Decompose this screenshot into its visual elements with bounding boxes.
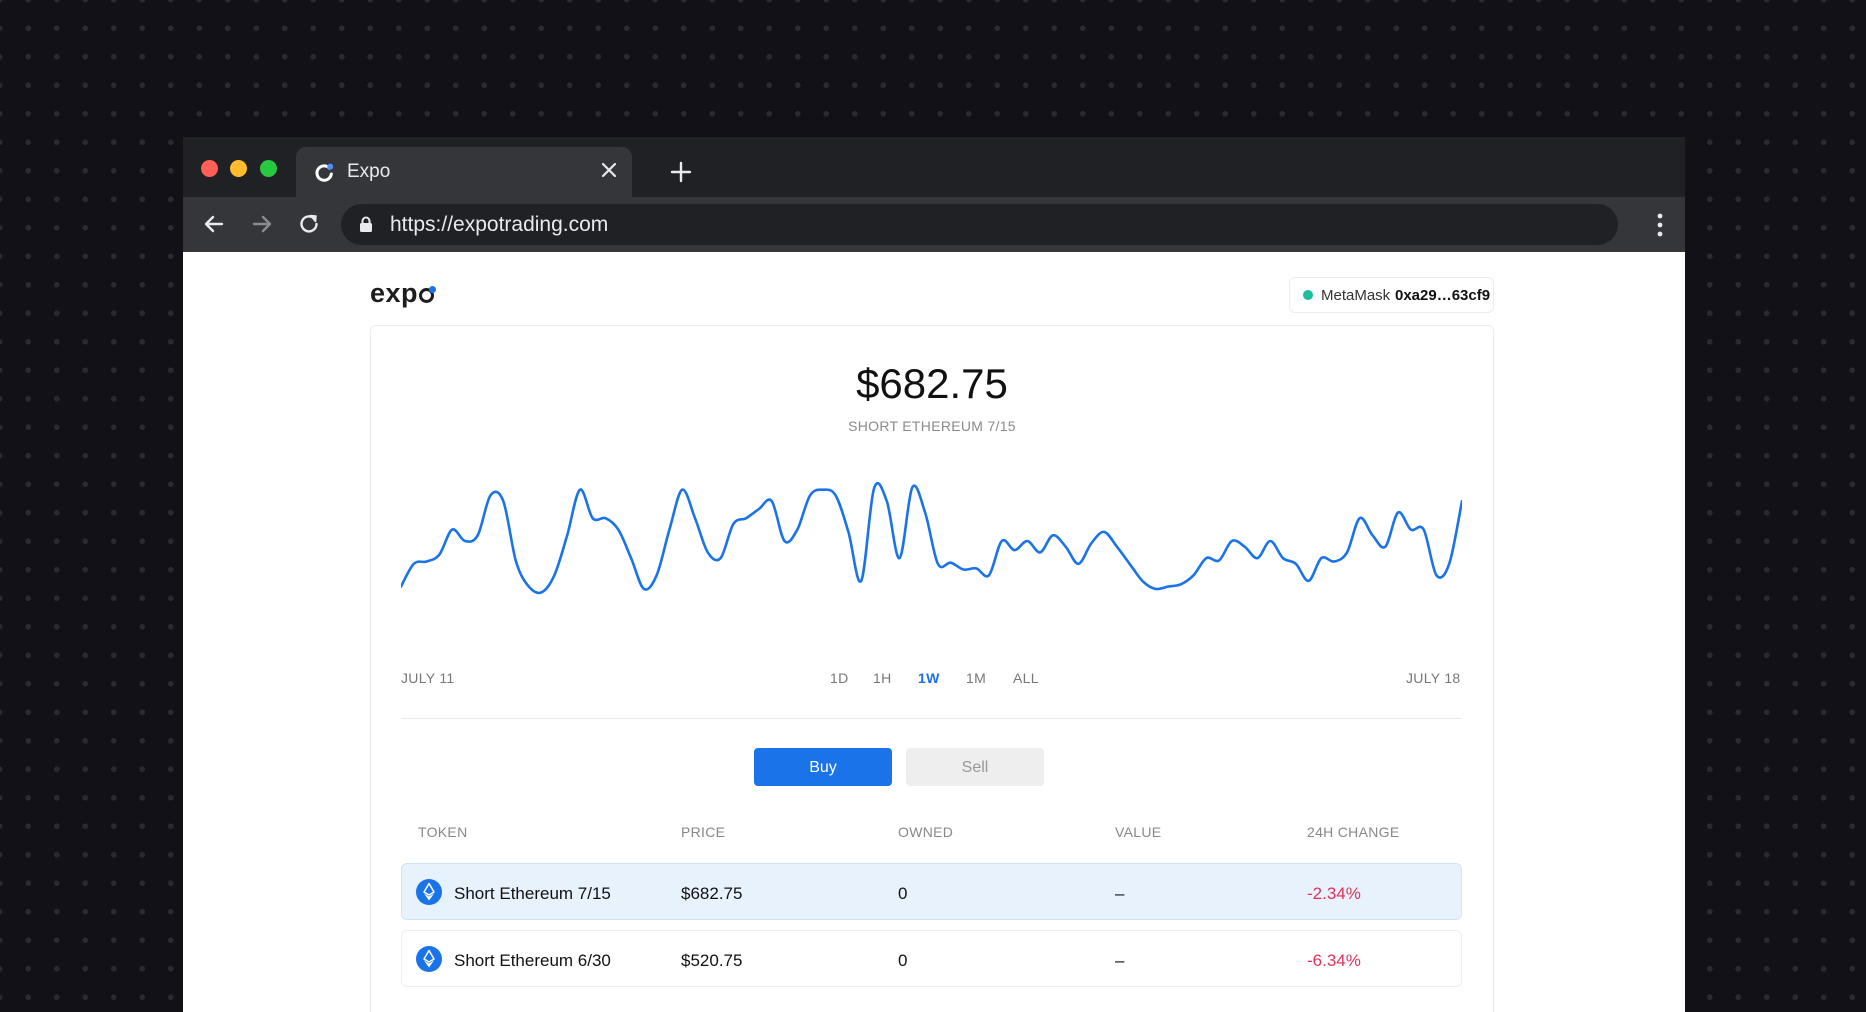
navigation-bar: https://expotrading.com (183, 197, 1685, 252)
token-value: – (1115, 951, 1125, 970)
token-change: -2.34% (1307, 884, 1361, 903)
ethereum-icon (416, 879, 442, 905)
wallet-address: 0xa29…63cf9 (1395, 287, 1491, 304)
logo-ring-icon (419, 286, 437, 303)
range-1w-button[interactable]: 1W (918, 670, 940, 686)
tab-bar: Expo (183, 137, 1685, 197)
expo-logo[interactable]: exp (370, 278, 437, 309)
table-row[interactable]: Short Ethereum 6/30 $520.75 0 – -6.34% (401, 930, 1462, 987)
connected-status-dot (1303, 290, 1313, 300)
buy-button[interactable]: Buy (754, 748, 892, 786)
token-subtitle: SHORT ETHEREUM 7/15 (848, 418, 1016, 434)
back-arrow-icon[interactable] (201, 211, 227, 237)
price-line (401, 482, 1462, 595)
token-price: $682.75 (681, 884, 743, 903)
range-1m-button[interactable]: 1M (966, 670, 986, 686)
token-name: Short Ethereum 6/30 (454, 951, 611, 970)
tab-title: Expo (347, 161, 391, 182)
token-owned: 0 (898, 951, 908, 970)
browser-tab[interactable]: Expo (296, 147, 632, 197)
more-menu-icon[interactable] (1657, 213, 1663, 237)
close-tab-icon[interactable] (600, 161, 618, 179)
current-price: $682.75 (856, 360, 1008, 407)
token-change: -6.34% (1307, 951, 1361, 970)
sell-button[interactable]: Sell (906, 748, 1044, 786)
column-header-owned: OWNED (898, 824, 954, 840)
table-row[interactable]: Short Ethereum 7/15 $682.75 0 – -2.34% (401, 863, 1462, 920)
wallet-provider: MetaMask (1321, 287, 1391, 304)
forward-arrow-icon[interactable] (249, 211, 275, 237)
x-axis-start-label: JULY 11 (401, 670, 455, 686)
trading-card: $682.75 SHORT ETHEREUM 7/15 JULY 11 1D 1… (370, 325, 1494, 1012)
browser-window: Expo https://expotrading.com exp MetaMas… (183, 137, 1685, 1012)
reload-icon[interactable] (296, 211, 322, 237)
column-header-value: VALUE (1115, 824, 1162, 840)
column-header-token: TOKEN (418, 824, 468, 840)
range-1d-button[interactable]: 1D (830, 670, 849, 686)
new-tab-icon[interactable] (670, 161, 692, 183)
close-window-button[interactable] (201, 160, 218, 177)
url-text[interactable]: https://expotrading.com (390, 213, 608, 237)
token-name: Short Ethereum 7/15 (454, 884, 611, 903)
page-content: exp MetaMask 0xa29…63cf9 $682.75 SHORT E… (183, 252, 1685, 1012)
lock-icon (360, 216, 372, 232)
minimize-window-button[interactable] (230, 160, 247, 177)
divider (401, 718, 1462, 719)
wallet-badge[interactable]: MetaMask 0xa29…63cf9 (1289, 277, 1494, 313)
maximize-window-button[interactable] (260, 160, 277, 177)
price-chart (401, 482, 1462, 595)
column-header-price: PRICE (681, 824, 726, 840)
address-bar[interactable]: https://expotrading.com (341, 204, 1618, 245)
column-header-24h-change: 24H CHANGE (1307, 824, 1400, 840)
expo-favicon-icon (315, 163, 334, 182)
token-owned: 0 (898, 884, 908, 903)
token-value: – (1115, 884, 1125, 903)
logo-text: exp (370, 278, 419, 308)
ethereum-icon (416, 946, 442, 972)
token-price: $520.75 (681, 951, 743, 970)
range-1h-button[interactable]: 1H (873, 670, 892, 686)
x-axis-end-label: JULY 18 (1406, 670, 1461, 686)
range-all-button[interactable]: ALL (1013, 670, 1039, 686)
